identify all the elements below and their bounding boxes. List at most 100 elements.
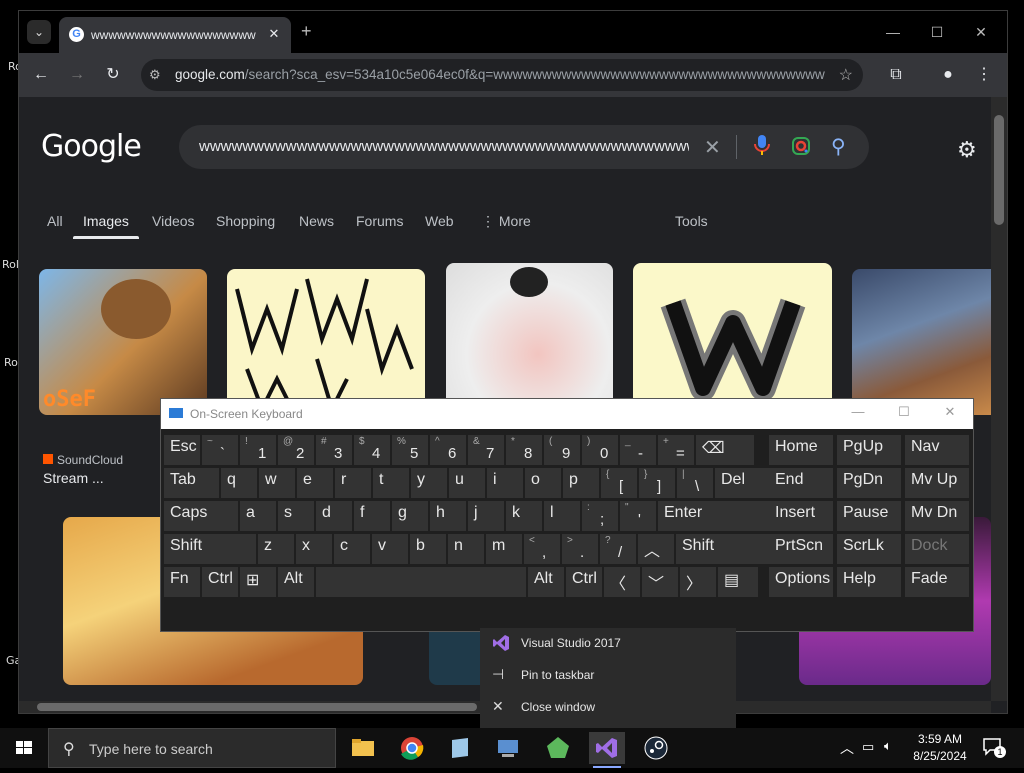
new-tab-icon[interactable]: +: [301, 21, 312, 42]
key-letter[interactable]: k: [506, 501, 542, 531]
notepad-icon[interactable]: [442, 732, 478, 764]
visual-studio-taskbar-icon[interactable]: [589, 732, 625, 768]
tab-videos[interactable]: Videos: [152, 213, 195, 229]
key-prtscn[interactable]: PrtScn: [769, 534, 833, 564]
key-row1[interactable]: $4: [354, 435, 390, 465]
key-letter[interactable]: f: [354, 501, 390, 531]
key-letter[interactable]: z: [258, 534, 294, 564]
key-pause[interactable]: Pause: [837, 501, 901, 531]
image-result[interactable]: oSeF: [39, 269, 207, 415]
scroll-thumb[interactable]: [37, 703, 477, 711]
clock[interactable]: 3:59 AM 8/25/2024: [908, 731, 972, 765]
key-punct[interactable]: :;: [582, 501, 618, 531]
maximize-icon[interactable]: ☐: [889, 404, 919, 420]
key-esc[interactable]: Esc: [164, 435, 200, 465]
key-letter[interactable]: h: [430, 501, 466, 531]
menu-item-pin-taskbar[interactable]: ⊣ Pin to taskbar: [480, 660, 736, 690]
key-tab[interactable]: Tab: [164, 468, 219, 498]
arrow-left-key[interactable]: 〈: [604, 567, 640, 597]
key-punct[interactable]: {[: [601, 468, 637, 498]
arrow-up-key[interactable]: ︿: [638, 534, 674, 564]
key-letter[interactable]: j: [468, 501, 504, 531]
key-punct[interactable]: <,: [524, 534, 560, 564]
context-menu-key[interactable]: ▤: [718, 567, 758, 597]
search-icon[interactable]: ⚲: [831, 134, 846, 159]
result-title[interactable]: Stream ...: [43, 470, 104, 486]
tab-search-button[interactable]: ⌄: [27, 20, 51, 44]
key-row1[interactable]: #3: [316, 435, 352, 465]
key-row1[interactable]: * 8: [506, 435, 542, 465]
image-result[interactable]: [852, 269, 991, 415]
key-nav[interactable]: Nav: [905, 435, 969, 465]
taskbar-search[interactable]: ⚲ Type here to search: [48, 728, 336, 768]
desktop-icon-label[interactable]: Rol: [2, 258, 19, 271]
key-row1[interactable]: _ -: [620, 435, 656, 465]
key-fn[interactable]: Fn: [164, 567, 200, 597]
key-letter[interactable]: c: [334, 534, 370, 564]
key-row1[interactable]: ~ `: [202, 435, 238, 465]
clear-search-icon[interactable]: ✕: [704, 135, 721, 160]
key-letter[interactable]: e: [297, 468, 333, 498]
chrome-icon[interactable]: [394, 732, 430, 764]
key-fade[interactable]: Fade: [905, 567, 969, 597]
backspace-key[interactable]: ⌫: [696, 435, 754, 465]
image-result[interactable]: [446, 263, 613, 415]
key-letter[interactable]: l: [544, 501, 580, 531]
key-letter[interactable]: p: [563, 468, 599, 498]
maximize-icon[interactable]: ☐: [915, 19, 959, 45]
key-letter[interactable]: m: [486, 534, 522, 564]
remote-desktop-icon[interactable]: [490, 732, 526, 764]
tab-all[interactable]: All: [47, 213, 63, 229]
key-caps[interactable]: Caps: [164, 501, 238, 531]
key-letter[interactable]: x: [296, 534, 332, 564]
menu-item-close-window[interactable]: ✕ Close window: [480, 692, 736, 722]
scroll-thumb[interactable]: [994, 115, 1004, 225]
osk-titlebar[interactable]: On-Screen Keyboard — ☐ ✕: [161, 399, 973, 429]
result-source[interactable]: SoundCloud: [43, 453, 123, 467]
tab-news[interactable]: News: [299, 213, 334, 229]
close-window-icon[interactable]: ✕: [959, 19, 1003, 45]
key-row1[interactable]: ! 1: [240, 435, 276, 465]
key-punct[interactable]: | \: [677, 468, 713, 498]
key-mvup[interactable]: Mv Up: [905, 468, 969, 498]
key-letter[interactable]: t: [373, 468, 409, 498]
key-letter[interactable]: y: [411, 468, 447, 498]
key-letter[interactable]: w: [259, 468, 295, 498]
close-icon[interactable]: ✕: [935, 404, 965, 420]
network-icon[interactable]: ▭: [862, 739, 874, 755]
key-punct[interactable]: ? /: [600, 534, 636, 564]
key-pgdn[interactable]: PgDn: [837, 468, 901, 498]
notification-center-icon[interactable]: 1: [982, 737, 1006, 758]
key-letter[interactable]: s: [278, 501, 314, 531]
tab-web[interactable]: Web: [425, 213, 454, 229]
key-row1[interactable]: + =: [658, 435, 694, 465]
key-row1[interactable]: @2: [278, 435, 314, 465]
key-mvdn[interactable]: Mv Dn: [905, 501, 969, 531]
site-info-icon[interactable]: ⚙: [149, 67, 161, 83]
key-letter[interactable]: g: [392, 501, 428, 531]
search-query[interactable]: wwwwwwwwwwwwwwwwwwwwwwwwwwwwwwwwwwwwwwww…: [199, 138, 689, 155]
key-end[interactable]: End: [769, 468, 833, 498]
google-logo[interactable]: Google: [41, 129, 142, 164]
minimize-icon[interactable]: —: [871, 19, 915, 45]
key-alt-right[interactable]: Alt: [528, 567, 564, 597]
key-shift-left[interactable]: Shift: [164, 534, 256, 564]
key-punct[interactable]: " ': [620, 501, 656, 531]
key-letter[interactable]: r: [335, 468, 371, 498]
key-letter[interactable]: u: [449, 468, 485, 498]
steam-icon[interactable]: [638, 732, 674, 764]
key-letter[interactable]: b: [410, 534, 446, 564]
key-letter[interactable]: o: [525, 468, 561, 498]
key-letter[interactable]: i: [487, 468, 523, 498]
vertical-scrollbar[interactable]: [991, 97, 1007, 701]
key-ctrl[interactable]: Ctrl: [202, 567, 238, 597]
profile-icon[interactable]: ●: [937, 64, 959, 86]
key-home[interactable]: Home: [769, 435, 833, 465]
tray-chevron-icon[interactable]: ︿: [840, 738, 854, 758]
key-ctrl-right[interactable]: Ctrl: [566, 567, 602, 597]
key-letter[interactable]: v: [372, 534, 408, 564]
key-letter[interactable]: q: [221, 468, 257, 498]
key-insert[interactable]: Insert: [769, 501, 833, 531]
google-lens-icon[interactable]: [791, 136, 811, 156]
back-icon[interactable]: ←: [30, 64, 52, 86]
